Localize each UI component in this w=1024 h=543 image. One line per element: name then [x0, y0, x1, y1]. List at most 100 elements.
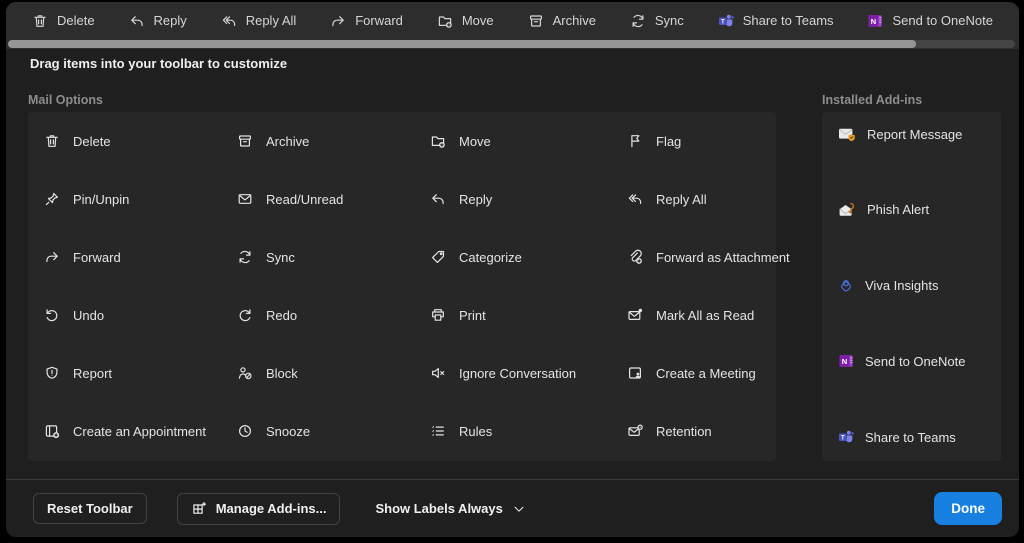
mail-option-label: Snooze	[266, 423, 311, 439]
addin-label: Phish Alert	[867, 202, 930, 218]
mail-option-label: Reply All	[656, 191, 707, 207]
mail-option-pin-unpin[interactable]: Pin/Unpin	[44, 170, 237, 228]
mail-option-snooze[interactable]: Snooze	[237, 402, 430, 460]
mail-option-label: Forward	[73, 249, 121, 265]
rules-list-icon	[430, 423, 446, 439]
forward-icon	[330, 13, 346, 29]
tag-icon	[430, 249, 446, 265]
shield-report-icon	[44, 365, 60, 381]
addin-phish-alert[interactable]: Phish Alert	[838, 202, 1001, 218]
toolbar-preview: Delete Reply Reply All Forward Move Arch…	[6, 2, 1019, 39]
pin-icon	[44, 191, 60, 207]
reset-toolbar-button[interactable]: Reset Toolbar	[33, 493, 147, 524]
mail-option-label: Delete	[73, 133, 111, 149]
mail-option-retention[interactable]: Retention	[627, 402, 790, 460]
toolbar-item-sync[interactable]: Sync	[630, 13, 684, 29]
scrollbar-track[interactable]	[8, 40, 1015, 48]
show-labels-dropdown[interactable]: Show Labels Always	[370, 493, 530, 524]
dialog-footer: Reset Toolbar Manage Add-ins... Show Lab…	[6, 479, 1019, 537]
addin-send-to-onenote[interactable]: Send to OneNote	[838, 353, 1001, 369]
toolbar-item-label: Move	[461, 13, 494, 28]
toolbar-item-label: Forward	[355, 13, 403, 28]
mail-option-forward[interactable]: Forward	[44, 228, 237, 286]
mail-option-read-unread[interactable]: Read/Unread	[237, 170, 430, 228]
mail-option-label: Redo	[266, 307, 298, 323]
appointment-add-icon	[44, 423, 60, 439]
mail-option-move[interactable]: Move	[430, 112, 627, 170]
teams-logo-icon	[718, 13, 734, 29]
mail-option-sync[interactable]: Sync	[237, 228, 430, 286]
mail-option-block[interactable]: Block	[237, 344, 430, 402]
toolbar-item-forward[interactable]: Forward	[330, 13, 403, 29]
teams-logo-icon	[838, 429, 854, 445]
archive-icon	[528, 13, 544, 29]
mail-options-panel: Delete Archive Move Flag Pin/Unpin Read/…	[28, 112, 790, 461]
clock-icon	[237, 423, 253, 439]
toolbar-item-label: Reply All	[245, 13, 297, 28]
viva-insights-logo-icon	[838, 278, 854, 294]
onenote-logo-icon	[867, 13, 883, 29]
trash-icon	[32, 13, 48, 29]
toolbar-item-archive[interactable]: Archive	[528, 13, 596, 29]
archive-icon	[237, 133, 253, 149]
undo-icon	[44, 307, 60, 323]
mail-option-label: Reply	[459, 191, 493, 207]
forward-icon	[44, 249, 60, 265]
addin-label: Send to OneNote	[865, 353, 966, 369]
scrollbar-thumb[interactable]	[8, 40, 916, 48]
toolbar-item-label: Reply	[153, 13, 187, 28]
reply-all-icon	[221, 13, 237, 29]
redo-icon	[237, 307, 253, 323]
mail-option-redo[interactable]: Redo	[237, 286, 430, 344]
manage-addins-label: Manage Add-ins...	[215, 501, 327, 516]
done-button[interactable]: Done	[934, 492, 1002, 525]
installed-addins-title: Installed Add-ins	[822, 93, 923, 107]
toolbar-item-move[interactable]: Move	[437, 13, 494, 29]
toolbar-item-delete[interactable]: Delete	[32, 13, 95, 29]
toolbar-item-share-to-teams[interactable]: Share to Teams	[718, 13, 834, 29]
mail-option-label: Sync	[266, 249, 295, 265]
mail-option-forward-as-attachment[interactable]: Forward as Attachment	[627, 228, 790, 286]
installed-addins-panel: Report Message Phish Alert Viva Insights…	[822, 112, 1001, 461]
trash-icon	[44, 133, 60, 149]
mail-option-label: Report	[73, 365, 113, 381]
mail-option-create-an-appointment[interactable]: Create an Appointment	[44, 402, 237, 460]
addin-share-to-teams[interactable]: Share to Teams	[838, 429, 1001, 445]
mail-option-reply-all[interactable]: Reply All	[627, 170, 790, 228]
addin-viva-insights[interactable]: Viva Insights	[838, 278, 1001, 294]
addin-label: Viva Insights	[865, 278, 939, 293]
manage-addins-button[interactable]: Manage Add-ins...	[176, 492, 341, 525]
move-folder-icon	[437, 13, 453, 29]
mail-option-mark-all-as-read[interactable]: Mark All as Read	[627, 286, 790, 344]
mail-option-label: Undo	[73, 307, 105, 323]
report-message-addin-icon	[838, 126, 856, 142]
mail-option-label: Create a Meeting	[656, 365, 756, 381]
toolbar-item-reply[interactable]: Reply	[129, 13, 187, 29]
sync-icon	[237, 249, 253, 265]
toolbar-item-reply-all[interactable]: Reply All	[221, 13, 297, 29]
mail-option-delete[interactable]: Delete	[44, 112, 237, 170]
addin-report-message[interactable]: Report Message	[838, 126, 1001, 142]
mail-option-undo[interactable]: Undo	[44, 286, 237, 344]
mail-option-print[interactable]: Print	[430, 286, 627, 344]
mail-option-label: Read/Unread	[266, 191, 344, 207]
mail-option-report[interactable]: Report	[44, 344, 237, 402]
mail-option-categorize[interactable]: Categorize	[430, 228, 627, 286]
mail-option-rules[interactable]: Rules	[430, 402, 627, 460]
mail-option-label: Create an Appointment	[73, 423, 206, 439]
mail-option-flag[interactable]: Flag	[627, 112, 790, 170]
addin-label: Report Message	[867, 126, 963, 142]
toolbar-scrollbar[interactable]	[6, 39, 1019, 49]
person-block-icon	[237, 365, 253, 381]
mail-option-create-a-meeting[interactable]: Create a Meeting	[627, 344, 790, 402]
reset-toolbar-label: Reset Toolbar	[47, 501, 133, 516]
mail-option-label: Ignore Conversation	[459, 365, 577, 381]
toolbar-item-send-to-onenote[interactable]: Send to OneNote	[867, 13, 993, 29]
mail-option-label: Rules	[459, 423, 493, 439]
mail-option-label: Flag	[656, 133, 682, 149]
envelope-icon	[237, 191, 253, 207]
mail-option-archive[interactable]: Archive	[237, 112, 430, 170]
mail-option-label: Print	[459, 307, 486, 323]
mail-option-ignore-conversation[interactable]: Ignore Conversation	[430, 344, 627, 402]
mail-option-reply[interactable]: Reply	[430, 170, 627, 228]
